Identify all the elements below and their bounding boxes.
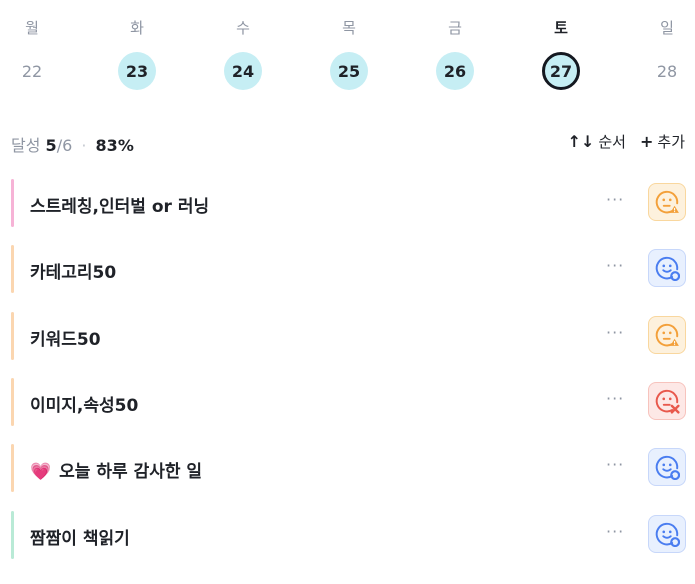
date-number[interactable]: 22 [13,52,51,90]
date-number[interactable]: 26 [436,52,474,90]
summary-separator: · [81,136,87,155]
task-row[interactable]: 💗 오늘 하루 감사한 일 ··· [0,435,695,501]
task-color-bar [11,312,14,360]
date-number[interactable]: 28 [648,52,686,90]
task-row[interactable]: 이미지,속성50 ··· [0,369,695,435]
date-number[interactable]: 25 [330,52,368,90]
sort-icon: ↑↓ [567,132,595,151]
day-of-week-label: 화 [130,19,144,37]
more-options-icon[interactable]: ··· [606,455,624,474]
task-row[interactable]: 스트레칭,인터벌 or 러닝 ··· [0,170,695,236]
task-row[interactable]: 카테고리50 ··· [0,236,695,302]
more-options-icon[interactable]: ··· [606,522,624,541]
face-warning-icon[interactable] [648,316,686,354]
date-number[interactable]: 24 [224,52,262,90]
summary-done-count: 5 [45,136,57,155]
task-title: 스트레칭,인터벌 or 러닝 [30,192,209,217]
task-title-text: 키워드50 [30,330,101,350]
task-title: 이미지,속성50 [30,391,138,416]
heart-icon: 💗 [30,462,52,482]
day-of-week-label: 일 [660,19,674,37]
date-today[interactable]: 27 [542,52,580,90]
achievement-summary: 달성 5/6 · 83% [11,132,134,156]
face-warning-icon[interactable] [648,183,686,221]
sort-button[interactable]: ↑↓ 순서 [568,131,626,152]
plus-icon: + [639,132,654,151]
date-number[interactable]: 23 [118,52,156,90]
add-button[interactable]: + 추가 [640,131,685,152]
task-title-text: 이미지,속성50 [30,396,139,416]
list-actions: ↑↓ 순서 + 추가 [568,131,685,152]
sort-label: 순서 [598,133,626,151]
add-label: 추가 [657,133,685,151]
task-title-text: 카테고리50 [30,263,117,283]
more-options-icon[interactable]: ··· [606,323,624,342]
face-check-icon[interactable] [648,249,686,287]
task-color-bar [11,179,14,227]
more-options-icon[interactable]: ··· [606,190,624,209]
summary-label: 달성 [11,136,41,155]
day-of-week-label: 금 [448,19,462,37]
task-title: 짬짬이 책읽기 [30,524,130,549]
summary-total-count: 6 [62,136,73,155]
task-color-bar [11,511,14,559]
task-color-bar [11,378,14,426]
task-title: 키워드50 [30,325,101,350]
day-of-week-label: 토 [554,19,568,37]
task-row[interactable]: 키워드50 ··· [0,303,695,369]
day-of-week-label: 수 [236,19,250,37]
task-title: 💗 오늘 하루 감사한 일 [30,457,202,482]
task-title-text: 오늘 하루 감사한 일 [59,462,203,482]
more-options-icon[interactable]: ··· [606,256,624,275]
face-check-icon[interactable] [648,448,686,486]
more-options-icon[interactable]: ··· [606,389,624,408]
summary-percent: 83% [95,136,134,155]
day-of-week-label: 월 [25,19,39,37]
task-color-bar [11,245,14,293]
task-title-text: 스트레칭,인터벌 or 러닝 [30,197,210,217]
task-title: 카테고리50 [30,258,116,283]
week-calendar: 월 22 화 23 수 24 목 25 금 26 토 27 일 28 [0,0,695,100]
task-color-bar [11,444,14,492]
task-row[interactable]: 짬짬이 책읽기 ··· [0,502,695,568]
task-title-text: 짬짬이 책읽기 [30,529,130,549]
face-fail-icon[interactable] [648,382,686,420]
face-check-icon[interactable] [648,515,686,553]
day-of-week-label: 목 [342,19,356,37]
